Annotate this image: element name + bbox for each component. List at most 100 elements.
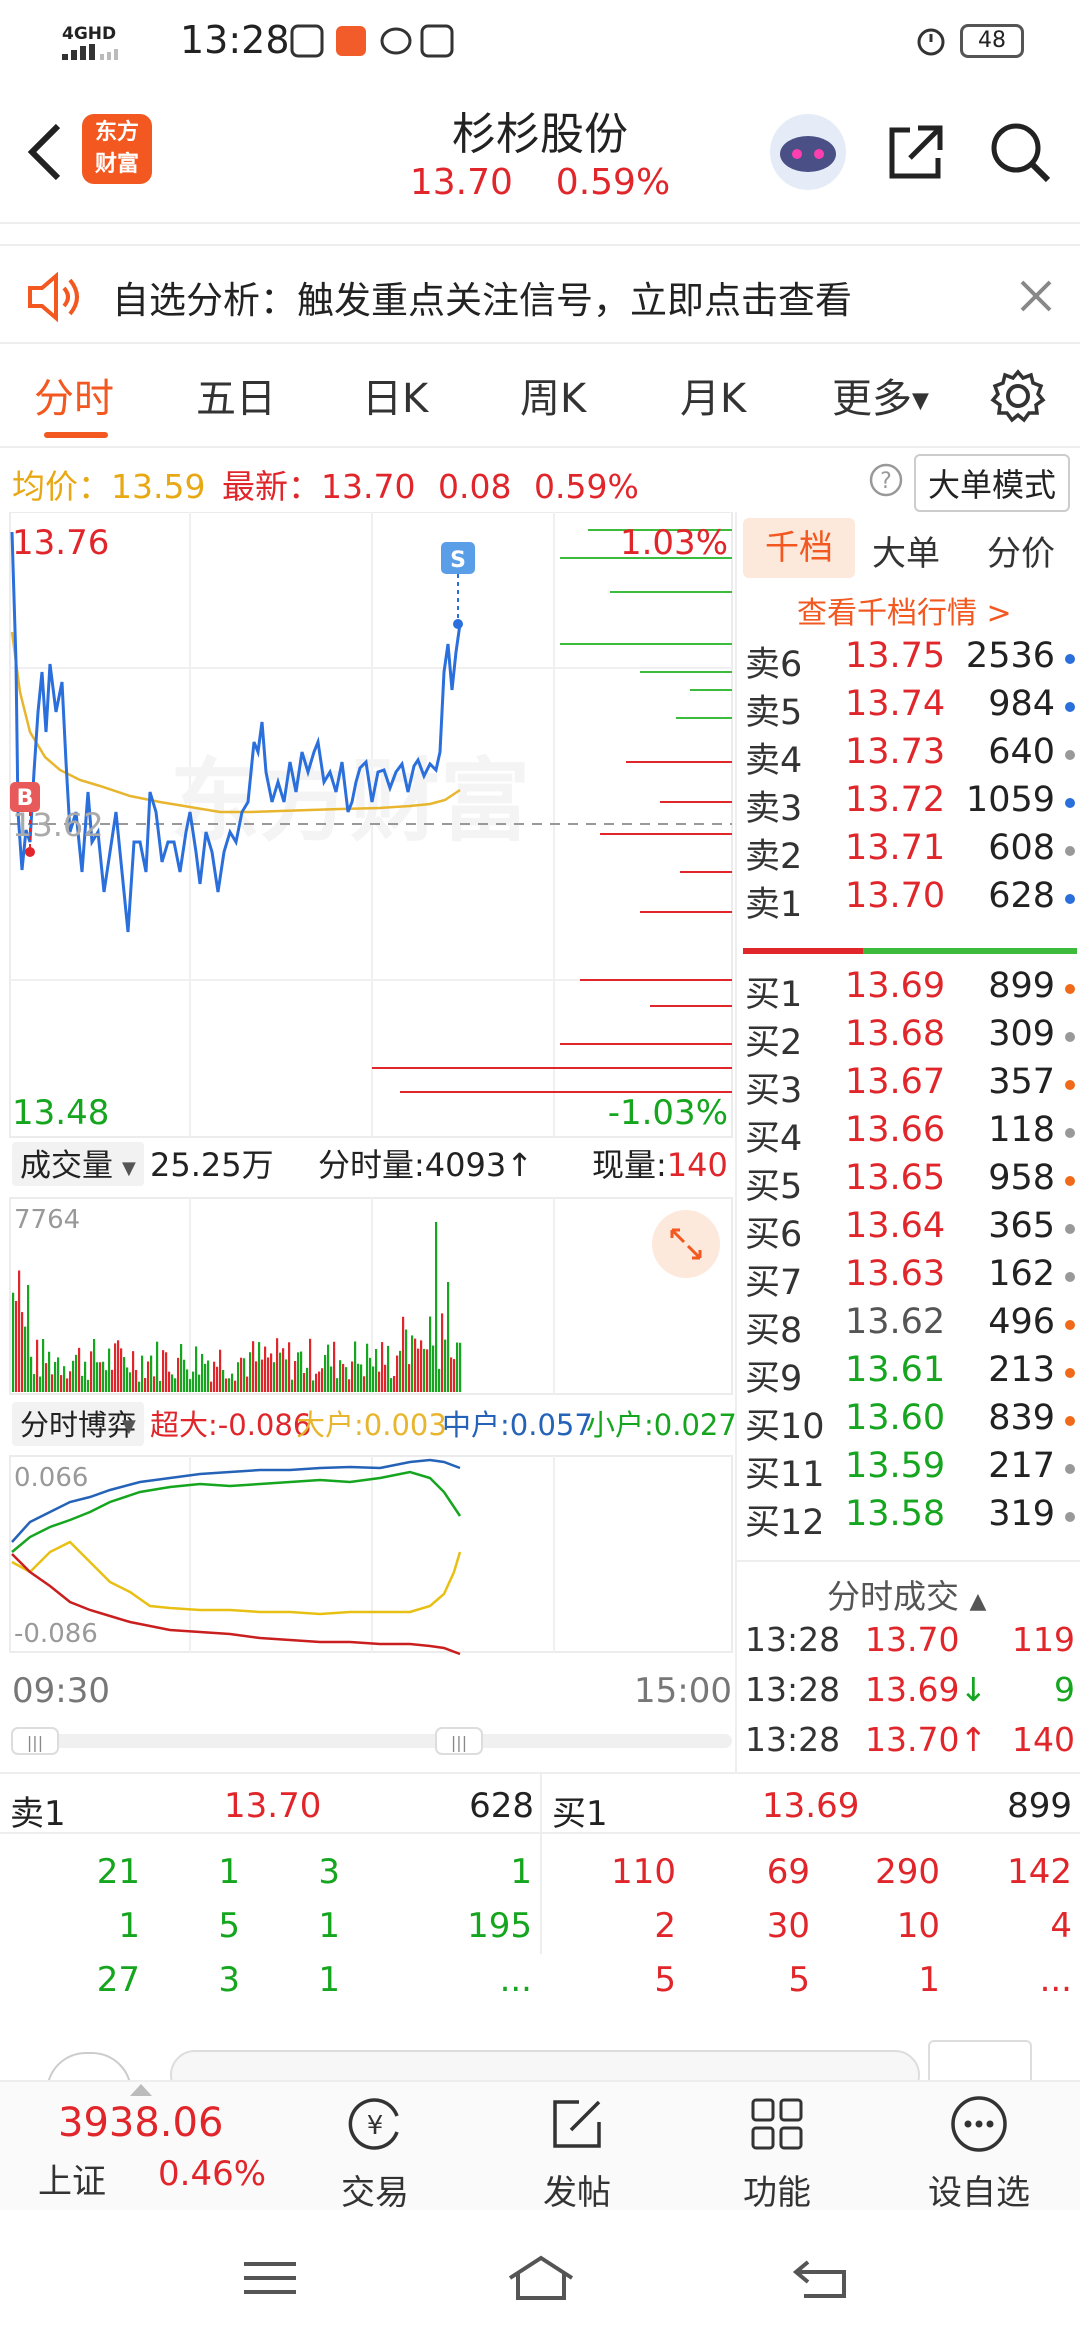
volume-bar — [93, 1339, 96, 1392]
volume-bar — [195, 1346, 198, 1392]
search-icon[interactable] — [988, 120, 1052, 184]
queue-buy-cell: 5 — [654, 1960, 676, 2000]
tab-more[interactable]: 更多▼ — [832, 366, 929, 424]
bid-level: 买5 — [745, 1167, 803, 1207]
volume-bar — [147, 1361, 150, 1392]
bid-level: 买3 — [745, 1071, 803, 1111]
volume-bar — [102, 1361, 105, 1392]
volume-bar — [123, 1357, 126, 1392]
intraday-chart[interactable]: 东方财富 B S 13.76 1.03% 13.62 13.48 -1.03% … — [0, 512, 735, 1772]
bid-row[interactable]: 买7 13.63 162 — [745, 1254, 1075, 1303]
expand-button[interactable] — [652, 1210, 720, 1278]
large-flow-line — [11, 1540, 462, 1616]
queue-buy-cell: 5 — [788, 1960, 810, 2000]
order-dot — [1065, 1176, 1075, 1186]
tab-weekly-k[interactable]: 周K — [520, 366, 586, 424]
tab-large-orders[interactable]: 大单 — [872, 526, 940, 575]
volume-bar — [447, 1282, 450, 1392]
trades-title[interactable]: 分时成交 ▲ — [827, 1570, 986, 1618]
signal-banner[interactable]: 自选分析：触发重点关注信号，立即点击查看 — [0, 244, 1080, 344]
bid-volume: 118 — [988, 1110, 1055, 1150]
volume-bar — [177, 1357, 180, 1392]
tab-monthly-k[interactable]: 月K — [680, 366, 746, 424]
queue-buy-price: 13.69 — [762, 1786, 860, 1826]
bid-price: 13.62 — [845, 1302, 946, 1342]
tab-five-day[interactable]: 五日 — [196, 366, 276, 424]
bid-row[interactable]: 买6 13.64 365 — [745, 1206, 1075, 1255]
nav-functions[interactable]: 功能 — [712, 2082, 842, 2214]
help-icon[interactable]: ? — [868, 462, 904, 498]
bid-row[interactable]: 买3 13.67 357 — [745, 1062, 1075, 1111]
ask-price: 13.75 — [845, 636, 946, 676]
bid-row[interactable]: 买9 13.61 213 — [745, 1350, 1075, 1399]
order-dot — [1065, 1224, 1075, 1234]
order-queue: 卖1 13.70 628 买1 13.69 899 21 1 3 1 1 5 1 195 27 3… — [0, 1772, 1080, 2012]
ask-price: 13.74 — [845, 684, 946, 724]
queue-sell-cell: 1 — [218, 1852, 240, 1892]
volume-bar — [213, 1361, 216, 1392]
clock: 13:28 — [180, 18, 290, 62]
bid-row[interactable]: 买2 13.68 309 — [745, 1014, 1075, 1063]
home-icon[interactable] — [506, 2254, 576, 2302]
ask-level: 卖2 — [745, 837, 803, 877]
bid-row[interactable]: 买5 13.65 958 — [745, 1158, 1075, 1207]
tab-daily-k[interactable]: 日K — [362, 366, 428, 424]
queue-sell-cell: 1 — [318, 1906, 340, 1946]
tab-price-dist[interactable]: 分价 — [987, 526, 1055, 575]
large-order-mode-button[interactable]: 大单模式 — [914, 454, 1071, 512]
volume-bar — [237, 1362, 240, 1392]
trade-time: 13:28 — [745, 1620, 841, 1659]
time-axis-end: 15:00 — [634, 1671, 732, 1711]
assistant-avatar[interactable] — [770, 114, 846, 190]
volume-selector[interactable]: 成交量 — [20, 1148, 113, 1184]
volume-bar — [201, 1353, 204, 1392]
ask-row[interactable]: 卖3 13.72 1059 — [745, 780, 1075, 829]
tab-level-1000[interactable]: 千档 — [743, 518, 855, 578]
bid-row[interactable]: 买11 13.59 217 — [745, 1446, 1075, 1495]
view-depth-link[interactable]: 查看千档行情 > — [797, 588, 1012, 632]
ask-row[interactable]: 卖5 13.74 984 — [745, 684, 1075, 733]
volume-bar — [333, 1341, 336, 1392]
intraday-chart-area: 东方财富 B S 13.76 1.03% 13.62 13.48 -1.03% … — [0, 512, 735, 1772]
grid-icon — [751, 2098, 803, 2150]
time-range-slider[interactable] — [12, 1734, 732, 1748]
fund-selector[interactable]: 分时博弈 — [20, 1408, 136, 1442]
volume-bar — [399, 1350, 402, 1392]
bid-volume: 217 — [988, 1446, 1055, 1486]
volume-bar — [282, 1348, 285, 1392]
share-icon[interactable] — [884, 120, 948, 184]
caret-down-icon: ▼ — [122, 1416, 136, 1437]
bid-row[interactable]: 买1 13.69 899 — [745, 966, 1075, 1015]
tab-intraday[interactable]: 分时 — [34, 366, 114, 424]
nav-post[interactable]: 发帖 — [512, 2082, 642, 2214]
bid-row[interactable]: 买4 13.66 118 — [745, 1110, 1075, 1159]
ask-row[interactable]: 卖2 13.71 608 — [745, 828, 1075, 877]
nav-add-watchlist[interactable]: 设自选 — [914, 2082, 1044, 2214]
order-dot — [1065, 1464, 1075, 1474]
close-icon[interactable] — [1016, 276, 1056, 316]
battery-icon: 48 — [960, 24, 1024, 58]
back-icon[interactable] — [24, 120, 64, 184]
volume-bar — [90, 1351, 93, 1392]
volume-bar — [384, 1364, 387, 1392]
avg-price-value: 13.59 — [111, 467, 206, 506]
stock-header: 东方 财富 杉杉股份 13.70 0.59% — [0, 84, 1080, 224]
index-name: 上证 — [38, 2162, 106, 2202]
index-value[interactable]: 3938.06 — [58, 2100, 223, 2146]
volume-bar — [42, 1338, 45, 1392]
order-dot — [1065, 1416, 1075, 1426]
ask-row[interactable]: 卖6 13.75 2536 — [745, 636, 1075, 685]
menu-icon[interactable] — [240, 2258, 300, 2298]
bid-volume: 839 — [988, 1398, 1055, 1438]
volume-bar — [219, 1349, 222, 1392]
bid-row[interactable]: 买12 13.58 319 — [745, 1494, 1075, 1543]
bid-row[interactable]: 买10 13.60 839 — [745, 1398, 1075, 1447]
back-nav-icon[interactable] — [792, 2256, 852, 2300]
queue-buy-cell: 4 — [1050, 1906, 1072, 1946]
settings-icon[interactable] — [990, 368, 1046, 424]
nav-trade[interactable]: ¥ 交易 — [310, 2082, 440, 2214]
bid-volume: 958 — [988, 1158, 1055, 1198]
bid-row[interactable]: 买8 13.62 496 — [745, 1302, 1075, 1351]
ask-row[interactable]: 卖1 13.70 628 — [745, 876, 1075, 925]
ask-row[interactable]: 卖4 13.73 640 — [745, 732, 1075, 781]
